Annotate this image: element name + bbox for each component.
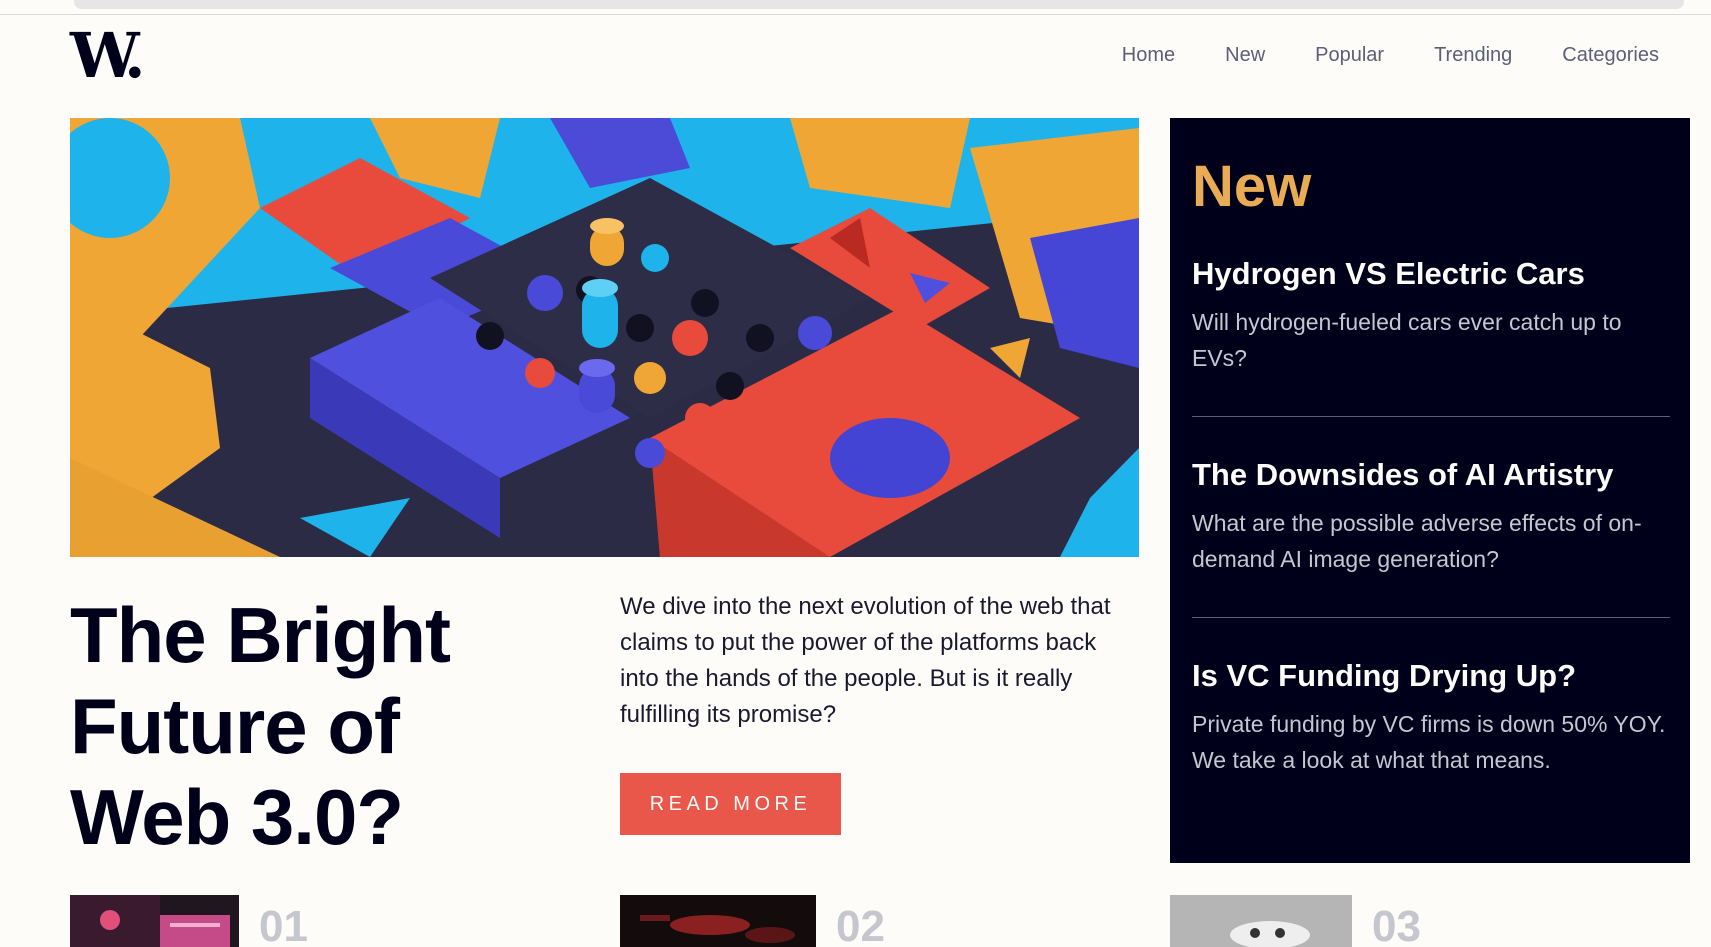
hero-image	[70, 118, 1139, 557]
address-bar[interactable]	[74, 0, 1684, 9]
nav-popular[interactable]: Popular	[1315, 44, 1384, 67]
read-more-button[interactable]: READ MORE	[620, 773, 841, 835]
article-number-2: 02	[836, 902, 885, 947]
article-thumbnail-3[interactable]	[1170, 895, 1352, 947]
article-number-3: 03	[1372, 902, 1421, 947]
site-logo[interactable]: W.	[70, 25, 146, 87]
new-panel-heading: New	[1192, 154, 1312, 219]
nav-categories[interactable]: Categories	[1562, 44, 1659, 67]
browser-chrome	[0, 0, 1711, 15]
nav-home[interactable]: Home	[1122, 44, 1175, 67]
new-article-item: The Downsides of AI Artistry What are th…	[1192, 457, 1670, 618]
new-article-title[interactable]: Is VC Funding Drying Up?	[1192, 658, 1670, 694]
new-article-text: Will hydrogen-fueled cars ever catch up …	[1192, 309, 1622, 371]
nav-new[interactable]: New	[1225, 44, 1265, 67]
new-article-title[interactable]: The Downsides of AI Artistry	[1192, 457, 1670, 493]
new-article-text: Private funding by VC firms is down 50% …	[1192, 711, 1666, 773]
hero-description: We dive into the next evolution of the w…	[620, 593, 1111, 728]
new-article-item: Hydrogen VS Electric Cars Will hydrogen-…	[1192, 256, 1670, 417]
new-article-text: What are the possible adverse effects of…	[1192, 510, 1642, 572]
nav-trending[interactable]: Trending	[1434, 44, 1512, 67]
new-article-title[interactable]: Hydrogen VS Electric Cars	[1192, 256, 1670, 292]
hero-title: The Bright Future of Web 3.0?	[70, 591, 451, 861]
main-nav: Home New Popular Trending Categories	[1122, 44, 1659, 67]
article-thumbnail-2[interactable]	[620, 895, 816, 947]
article-thumbnail-1[interactable]	[70, 895, 239, 947]
article-number-1: 01	[259, 902, 308, 947]
new-article-item: Is VC Funding Drying Up? Private funding…	[1192, 658, 1670, 818]
new-articles-panel: New Hydrogen VS Electric Cars Will hydro…	[1170, 118, 1690, 863]
